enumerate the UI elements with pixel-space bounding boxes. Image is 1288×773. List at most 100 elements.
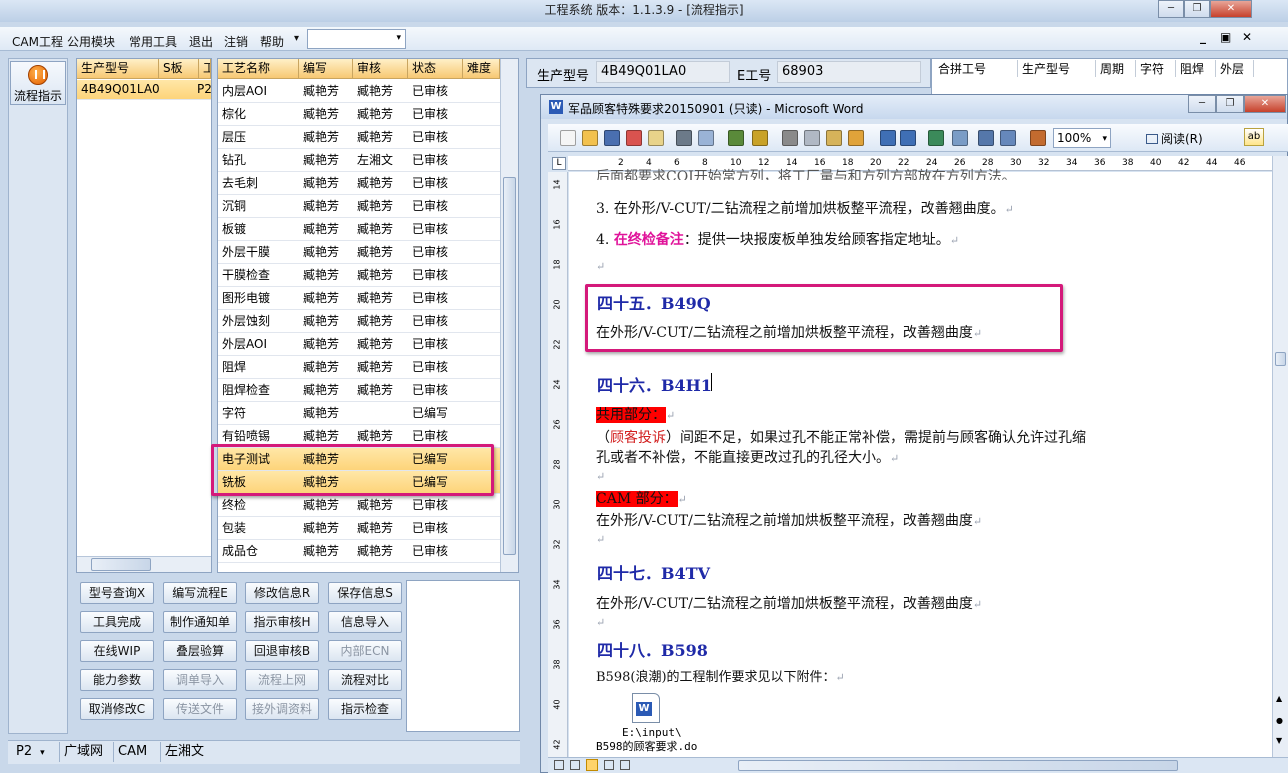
menu-exit[interactable]: 退出 — [189, 33, 213, 50]
read-mode-button[interactable]: 阅读(R) — [1146, 130, 1203, 147]
action-button[interactable]: 能力参数 — [80, 669, 154, 691]
menu-cam[interactable]: CAM工程 — [12, 33, 63, 50]
col-process-name[interactable]: 工艺名称 — [218, 59, 299, 79]
select-browse-icon[interactable]: ● — [1276, 716, 1283, 725]
model-row[interactable]: 4B49Q01LA0 P2 — [77, 80, 211, 100]
model-hscroll-thumb[interactable] — [91, 558, 151, 571]
tables-icon[interactable] — [952, 130, 968, 146]
outline-view-icon[interactable] — [604, 760, 614, 770]
menu-help[interactable]: 帮助 — [260, 33, 284, 50]
tab-user[interactable]: 左湘文 — [160, 742, 208, 762]
action-button[interactable]: 在线WIP — [80, 640, 154, 662]
drawing-icon[interactable] — [1030, 130, 1046, 146]
restore-icon[interactable]: ❐ — [1184, 0, 1210, 18]
action-button[interactable]: 内部ECN — [328, 640, 402, 662]
paste-icon[interactable] — [826, 130, 842, 146]
menu-public[interactable]: 公用模块 — [67, 33, 115, 50]
insert-table-icon[interactable] — [978, 130, 994, 146]
word-minimize-icon[interactable]: ─ — [1188, 95, 1216, 113]
action-button[interactable]: 叠层验算 — [163, 640, 237, 662]
col-s-board[interactable]: S板 — [159, 59, 199, 79]
model-field[interactable]: 4B49Q01LA0 — [596, 61, 730, 83]
process-row[interactable]: 棕化 臧艳芳 臧艳芳 已审核 — [218, 103, 500, 126]
process-vscroll-thumb[interactable] — [503, 177, 516, 555]
merge-col[interactable]: 阻焊 — [1176, 60, 1216, 77]
reading-view-icon[interactable] — [620, 760, 630, 770]
save-icon[interactable] — [604, 130, 620, 146]
tab-wan[interactable]: 广域网 — [59, 742, 107, 762]
action-button[interactable]: 取消修改C — [80, 698, 154, 720]
mdi-restore-icon[interactable]: ▣ — [1220, 30, 1231, 44]
process-row[interactable]: 包装 臧艳芳 臧艳芳 已审核 — [218, 517, 500, 540]
process-row[interactable]: 钻孔 臧艳芳 左湘文 已审核 — [218, 149, 500, 172]
mdi-close-icon[interactable]: ✕ — [1242, 30, 1252, 44]
eno-field[interactable]: 68903 — [777, 61, 921, 83]
columns-icon[interactable] — [1000, 130, 1016, 146]
action-button[interactable]: 保存信息S — [328, 582, 402, 604]
action-button[interactable]: 流程对比 — [328, 669, 402, 691]
hyperlink-icon[interactable] — [928, 130, 944, 146]
spell-icon[interactable] — [728, 130, 744, 146]
normal-view-icon[interactable] — [554, 760, 564, 770]
process-row[interactable]: 去毛刺 臧艳芳 臧艳芳 已审核 — [218, 172, 500, 195]
page-selector[interactable]: P2 ▾ — [12, 742, 56, 762]
merge-col[interactable]: 合拼工号 — [934, 60, 1018, 77]
close-icon[interactable]: ✕ — [1210, 0, 1252, 18]
print-icon[interactable] — [676, 130, 692, 146]
col-status[interactable]: 状态 — [408, 59, 463, 79]
menu-combo[interactable]: ▾ — [307, 29, 406, 49]
mdi-minimize-icon[interactable]: _ — [1200, 30, 1206, 44]
print-view-icon[interactable] — [586, 759, 598, 771]
merge-col[interactable]: 生产型号 — [1018, 60, 1096, 77]
col-work[interactable]: 工 — [199, 59, 211, 79]
merge-col[interactable]: 周期 — [1096, 60, 1136, 77]
new-icon[interactable] — [560, 130, 576, 146]
word-file-icon[interactable]: W — [632, 693, 660, 723]
word-restore-icon[interactable]: ❐ — [1216, 95, 1244, 113]
undo-icon[interactable] — [880, 130, 896, 146]
process-row[interactable]: 终检 臧艳芳 臧艳芳 已审核 — [218, 494, 500, 517]
process-row[interactable]: 阻焊 臧艳芳 臧艳芳 已审核 — [218, 356, 500, 379]
merge-col[interactable]: 字符 — [1136, 60, 1176, 77]
process-vscroll[interactable] — [500, 59, 518, 572]
action-button[interactable]: 接外调资料 — [245, 698, 319, 720]
action-button[interactable]: 制作通知单 — [163, 611, 237, 633]
cut-icon[interactable] — [782, 130, 798, 146]
process-row[interactable]: 板镀 臧艳芳 臧艳芳 已审核 — [218, 218, 500, 241]
minimize-icon[interactable]: ─ — [1158, 0, 1184, 18]
process-row[interactable]: 沉铜 臧艳芳 臧艳芳 已审核 — [218, 195, 500, 218]
action-button[interactable]: 编写流程E — [163, 582, 237, 604]
redo-icon[interactable] — [900, 130, 916, 146]
action-button[interactable]: 修改信息R — [245, 582, 319, 604]
process-row[interactable]: 字符 臧艳芳 已编写 — [218, 402, 500, 425]
col-difficulty[interactable]: 难度 — [463, 59, 500, 79]
model-hscroll[interactable] — [77, 556, 211, 572]
action-button[interactable]: 信息导入 — [328, 611, 402, 633]
word-vscroll[interactable]: ▲ ● ▼ — [1272, 156, 1288, 757]
col-reviewer[interactable]: 审核 — [353, 59, 408, 79]
highlight-pen-icon[interactable]: ab — [1244, 128, 1264, 146]
action-button[interactable]: 指示检查 — [328, 698, 402, 720]
word-hscroll-thumb[interactable] — [738, 760, 1178, 771]
scroll-up-icon[interactable]: ▲ — [1276, 694, 1282, 703]
process-row[interactable]: 外层干膜 臧艳芳 臧艳芳 已审核 — [218, 241, 500, 264]
permission-icon[interactable] — [626, 130, 642, 146]
help-dropdown-icon[interactable]: ▾ — [294, 33, 299, 44]
action-button[interactable]: 传送文件 — [163, 698, 237, 720]
open-icon[interactable] — [582, 130, 598, 146]
research-icon[interactable] — [752, 130, 768, 146]
format-painter-icon[interactable] — [848, 130, 864, 146]
copy-icon[interactable] — [804, 130, 820, 146]
tab-cam[interactable]: CAM — [113, 742, 151, 762]
process-row[interactable]: 干膜检查 臧艳芳 臧艳芳 已审核 — [218, 264, 500, 287]
action-button[interactable]: 回退审核B — [245, 640, 319, 662]
process-row[interactable]: 外层AOI 臧艳芳 臧艳芳 已审核 — [218, 333, 500, 356]
email-icon[interactable] — [648, 130, 664, 146]
attachment-name[interactable]: B598的顾客要求.do — [596, 738, 697, 754]
preview-icon[interactable] — [698, 130, 714, 146]
col-writer[interactable]: 编写 — [299, 59, 353, 79]
menu-logout[interactable]: 注销 — [224, 33, 248, 50]
action-button[interactable]: 工具完成 — [80, 611, 154, 633]
action-button[interactable]: 流程上网 — [245, 669, 319, 691]
process-row[interactable]: 层压 臧艳芳 臧艳芳 已审核 — [218, 126, 500, 149]
